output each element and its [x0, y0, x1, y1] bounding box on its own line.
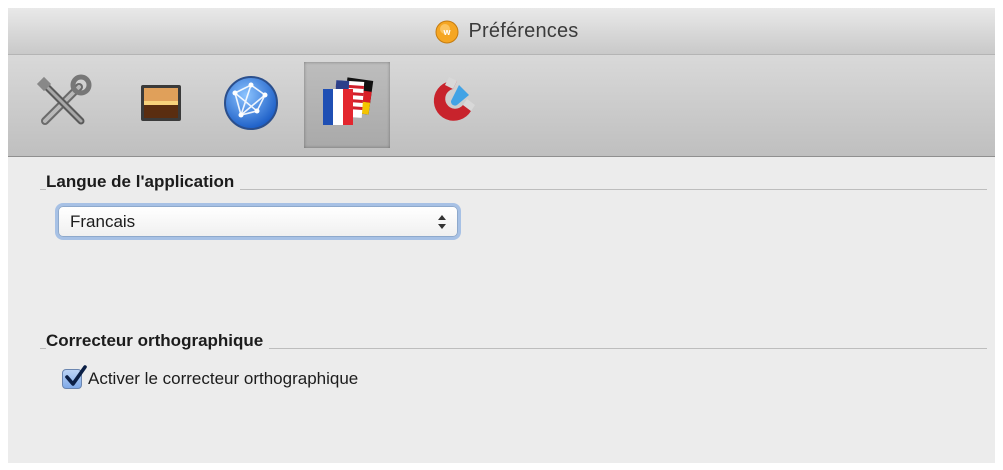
tab-general[interactable] — [20, 62, 106, 148]
tools-icon — [31, 71, 95, 140]
section-title-language: Langue de l'application — [46, 172, 241, 192]
section-title-spellcheck: Correcteur orthographique — [46, 331, 270, 351]
tab-language[interactable] — [304, 62, 390, 148]
checkmark-icon — [65, 365, 87, 386]
title-bar[interactable]: w Préférences — [8, 8, 995, 55]
title-wrap: w Préférences — [434, 18, 578, 44]
spellcheck-checkbox-row[interactable]: Activer le correcteur orthographique — [62, 365, 359, 389]
tab-network[interactable] — [208, 62, 294, 148]
spellcheck-checkbox[interactable] — [62, 365, 87, 389]
app-icon: w — [434, 18, 460, 44]
image-icon — [129, 71, 193, 140]
svg-text:w: w — [443, 27, 452, 37]
preferences-window: w Préférences Langue de l'application Fr… — [8, 8, 995, 463]
tab-display[interactable] — [118, 62, 204, 148]
spellcheck-checkbox-label: Activer le correcteur orthographique — [88, 369, 359, 388]
flags-icon — [315, 71, 379, 140]
tab-advanced[interactable] — [406, 62, 492, 148]
magnet-icon — [417, 71, 481, 140]
language-select-value: Francais — [70, 212, 136, 231]
language-select[interactable]: Francais — [58, 206, 458, 237]
preferences-content: Langue de l'application Francais Correct… — [8, 157, 995, 463]
window-title: Préférences — [468, 19, 579, 42]
globe-icon — [219, 71, 283, 140]
preferences-toolbar — [8, 55, 995, 157]
select-arrows-icon — [437, 213, 447, 231]
